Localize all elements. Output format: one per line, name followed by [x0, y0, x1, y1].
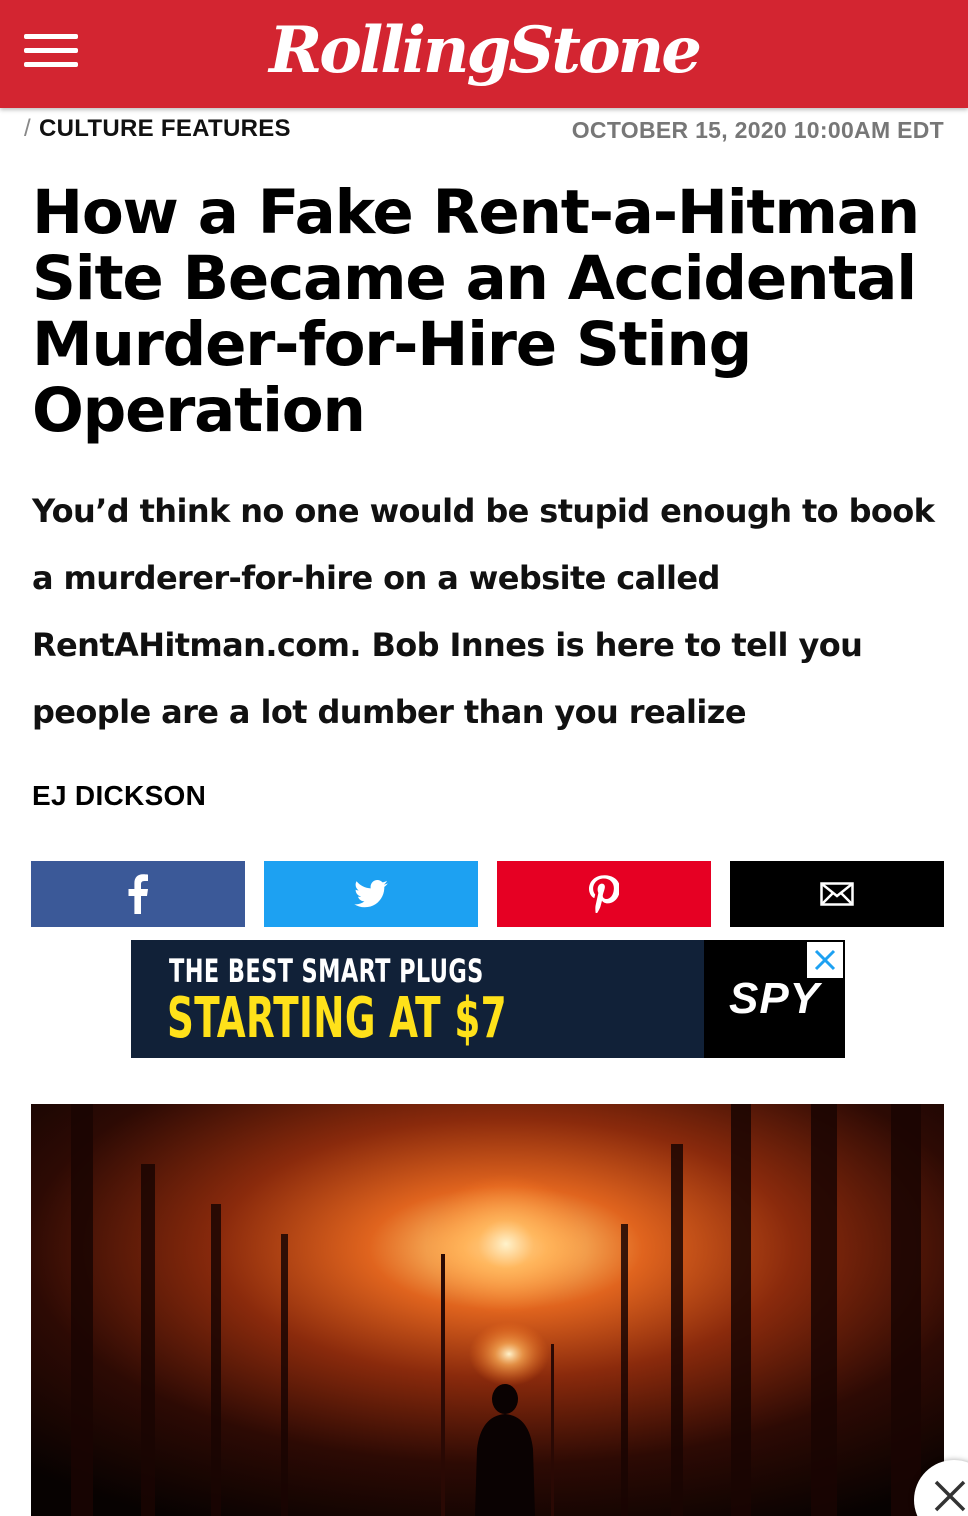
- share-pinterest-button[interactable]: [497, 861, 711, 927]
- twitter-icon: [354, 880, 388, 908]
- close-icon: [934, 1480, 966, 1512]
- pinterest-icon: [589, 875, 619, 913]
- breadcrumb-separator: /: [24, 115, 31, 142]
- publish-date: OCTOBER 15, 2020 10:00AM EDT: [571, 117, 944, 143]
- close-icon: [814, 949, 836, 971]
- article-meta: / CULTURE FEATURES OCTOBER 15, 2020 10:00…: [24, 112, 944, 148]
- site-logo[interactable]: RollingStone: [250, 6, 718, 96]
- share-twitter-button[interactable]: [264, 861, 478, 927]
- article-dek: You’d think no one would be stupid enoug…: [32, 492, 935, 731]
- banner-ad[interactable]: THE BEST SMART PLUGS STARTING AT $7 SPY: [131, 940, 845, 1058]
- section-breadcrumb[interactable]: / CULTURE FEATURES: [24, 115, 291, 143]
- author-byline[interactable]: EJ DICKSON: [32, 780, 206, 812]
- share-email-button[interactable]: [730, 861, 944, 927]
- hero-photo-icon: [31, 1104, 944, 1516]
- article-headline: How a Fake Rent-a-Hitman Site Became an …: [32, 177, 920, 446]
- site-header: RollingStone: [0, 0, 968, 108]
- ad-headline: THE BEST SMART PLUGS: [169, 952, 484, 990]
- section-link[interactable]: CULTURE FEATURES: [39, 115, 291, 142]
- share-facebook-button[interactable]: [31, 861, 245, 927]
- mail-icon: [820, 882, 854, 906]
- ad-brand-text: SPY: [728, 974, 821, 1023]
- menu-icon[interactable]: [24, 30, 80, 72]
- hero-image: [31, 1104, 944, 1516]
- ad-price-text: STARTING AT $7: [167, 986, 507, 1051]
- facebook-icon: [128, 874, 148, 914]
- ad-close-button[interactable]: [807, 942, 843, 978]
